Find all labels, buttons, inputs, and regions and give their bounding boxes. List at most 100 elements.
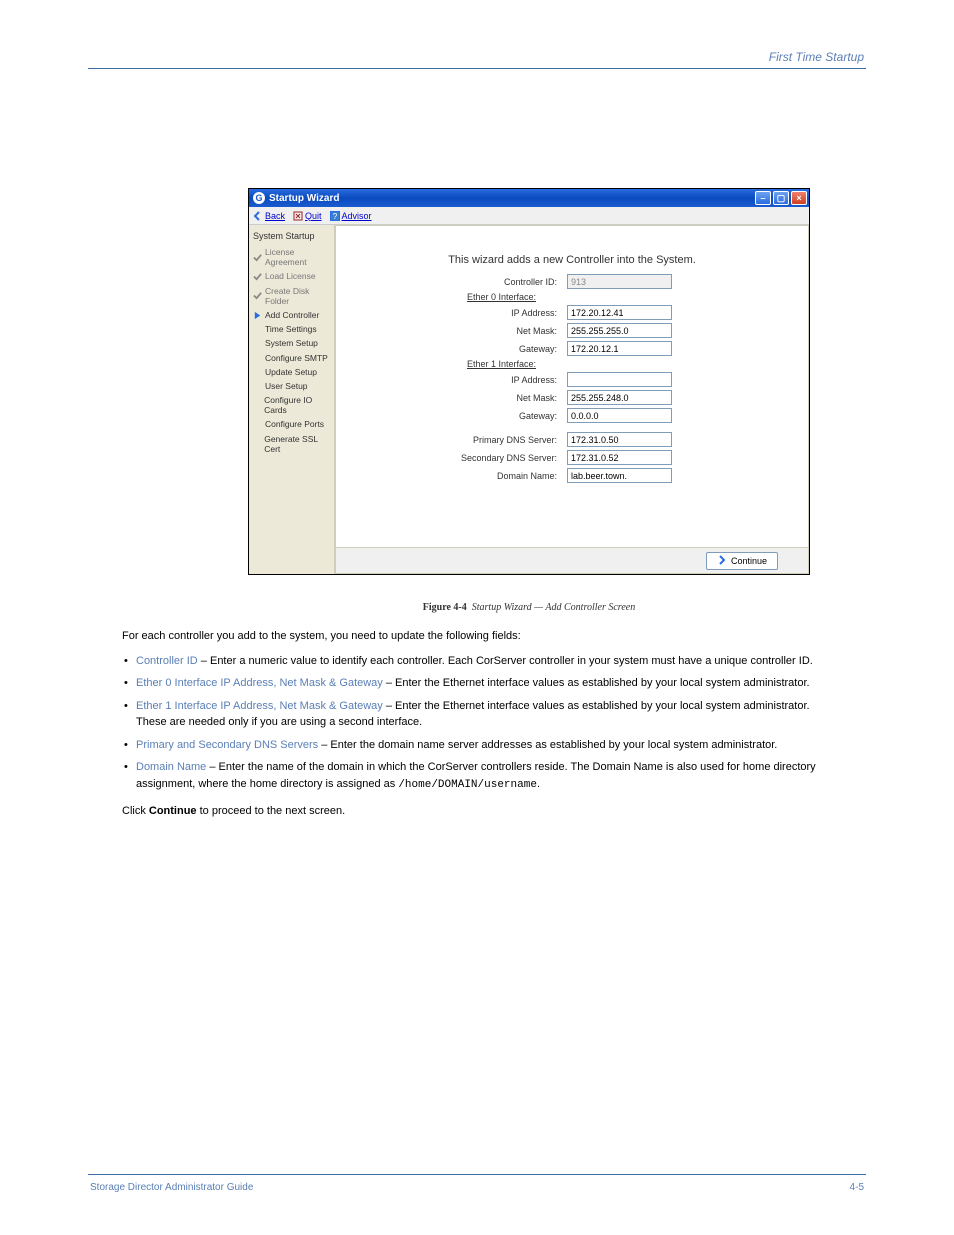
continue-paragraph: Click Continue to proceed to the next sc… (122, 803, 832, 820)
wizard-main-panel: This wizard adds a new Controller into t… (335, 225, 809, 574)
screenshot-window: G Startup Wizard – ▢ × Back (248, 188, 810, 575)
ether0-gateway-input[interactable] (567, 341, 672, 356)
sidebar-item-time-settings[interactable]: Time Settings (251, 322, 332, 336)
close-button[interactable]: × (791, 191, 807, 205)
sidebar-item-label: User Setup (265, 381, 308, 391)
sidebar-item-label: Configure Ports (265, 419, 324, 429)
wizard-heading: This wizard adds a new Controller into t… (346, 236, 798, 274)
continue-label: Continue (731, 556, 767, 566)
sidebar-item-update-setup[interactable]: Update Setup (251, 365, 332, 379)
figure-title: Startup Wizard — Add Controller Screen (472, 602, 635, 613)
sidebar-item-label: Add Controller (265, 310, 319, 320)
svg-text:?: ? (332, 212, 337, 221)
ether0-netmask-input[interactable] (567, 323, 672, 338)
ether0-gateway-label: Gateway: (412, 344, 567, 354)
ether1-header: Ether 1 Interface: (412, 359, 567, 369)
sidebar-item-label: Update Setup (265, 367, 317, 377)
footer-right: 4-5 (850, 1182, 864, 1193)
figure-caption: Figure 4-4 Startup Wizard — Add Controll… (248, 602, 810, 613)
forward-arrow-icon (717, 555, 727, 567)
toolbar: Back Quit ? Advisor (249, 207, 809, 225)
field-name: Ether 1 Interface IP Address, Net Mask &… (136, 700, 383, 712)
sidebar-item-create-disk-folder[interactable]: Create Disk Folder (251, 284, 332, 308)
sidebar-title: System Startup (251, 229, 332, 245)
ether0-ip-input[interactable] (567, 305, 672, 320)
quit-link[interactable]: Quit (293, 211, 322, 221)
quit-label: Quit (305, 211, 322, 221)
help-icon: ? (330, 211, 340, 221)
domain-name-label: Domain Name: (412, 471, 567, 481)
sidebar-item-label: Time Settings (265, 324, 317, 334)
back-link[interactable]: Back (253, 211, 285, 221)
ether1-gateway-label: Gateway: (412, 411, 567, 421)
window-titlebar[interactable]: G Startup Wizard – ▢ × (249, 189, 809, 207)
sidebar-item-label: Generate SSL Cert (264, 434, 330, 454)
ether1-ip-label: IP Address: (412, 375, 567, 385)
blank-icon (253, 439, 261, 448)
ether0-netmask-label: Net Mask: (412, 326, 567, 336)
advisor-link[interactable]: ? Advisor (330, 211, 372, 221)
sidebar-item-configure-smtp[interactable]: Configure SMTP (251, 351, 332, 365)
footer-rule (88, 1174, 866, 1175)
ether0-header: Ether 0 Interface: (412, 292, 567, 302)
blank-icon (253, 325, 262, 334)
window-title: Startup Wizard (269, 193, 755, 204)
sidebar-item-label: Configure IO Cards (264, 395, 330, 415)
secondary-dns-label: Secondary DNS Server: (412, 453, 567, 463)
blank-icon (253, 339, 262, 348)
sidebar-item-configure-ports[interactable]: Configure Ports (251, 417, 332, 431)
sidebar-item-add-controller[interactable]: Add Controller (251, 308, 332, 322)
sidebar-item-load-license[interactable]: Load License (251, 269, 332, 283)
ether1-gateway-input[interactable] (567, 408, 672, 423)
primary-dns-input[interactable] (567, 432, 672, 447)
figure-number: Figure 4-4 (423, 602, 467, 613)
wizard-footer-bar: Continue (336, 547, 808, 573)
ether1-ip-input[interactable] (567, 372, 672, 387)
current-arrow-icon (253, 311, 262, 320)
sidebar-item-label: Configure SMTP (265, 353, 328, 363)
sidebar-item-system-setup[interactable]: System Setup (251, 336, 332, 350)
secondary-dns-input[interactable] (567, 450, 672, 465)
domain-name-input[interactable] (567, 468, 672, 483)
list-item: Primary and Secondary DNS Servers – Ente… (122, 737, 832, 754)
intro-paragraph: For each controller you add to the syste… (122, 628, 832, 645)
list-item: Controller ID – Enter a numeric value to… (122, 653, 832, 670)
sidebar-item-label: Load License (265, 271, 316, 281)
sidebar-item-label: License Agreement (265, 247, 330, 267)
minimize-button[interactable]: – (755, 191, 771, 205)
document-page: First Time Startup G Startup Wizard – ▢ … (0, 0, 954, 1235)
maximize-button[interactable]: ▢ (773, 191, 789, 205)
sidebar-item-configure-io-cards[interactable]: Configure IO Cards (251, 393, 332, 417)
app-icon: G (253, 192, 265, 204)
header-rule (88, 68, 866, 69)
check-icon (253, 253, 262, 262)
sidebar-item-license-agreement[interactable]: License Agreement (251, 245, 332, 269)
sidebar-item-label: Create Disk Folder (265, 286, 330, 306)
primary-dns-label: Primary DNS Server: (412, 435, 567, 445)
check-icon (253, 291, 262, 300)
field-name: Domain Name (136, 761, 206, 773)
field-name: Ether 0 Interface IP Address, Net Mask &… (136, 677, 383, 689)
controller-id-label: Controller ID: (412, 277, 567, 287)
ether1-netmask-input[interactable] (567, 390, 672, 405)
continue-button[interactable]: Continue (706, 552, 778, 570)
field-name: Primary and Secondary DNS Servers (136, 739, 318, 751)
sidebar-item-generate-ssl-cert[interactable]: Generate SSL Cert (251, 432, 332, 456)
back-label: Back (265, 211, 285, 221)
blank-icon (253, 401, 261, 410)
body-text: For each controller you add to the syste… (122, 628, 832, 828)
list-item: Domain Name – Enter the name of the doma… (122, 759, 832, 793)
wizard-sidebar: System Startup License Agreement Load Lic… (249, 225, 335, 574)
advisor-label: Advisor (342, 211, 372, 221)
sidebar-item-user-setup[interactable]: User Setup (251, 379, 332, 393)
field-bullet-list: Controller ID – Enter a numeric value to… (122, 653, 832, 794)
ether0-ip-label: IP Address: (412, 308, 567, 318)
check-icon (253, 272, 262, 281)
ether1-netmask-label: Net Mask: (412, 393, 567, 403)
blank-icon (253, 367, 262, 376)
controller-id-input[interactable] (567, 274, 672, 289)
blank-icon (253, 353, 262, 362)
footer-left: Storage Director Administrator Guide (90, 1182, 253, 1193)
blank-icon (253, 420, 262, 429)
back-arrow-icon (253, 211, 263, 221)
